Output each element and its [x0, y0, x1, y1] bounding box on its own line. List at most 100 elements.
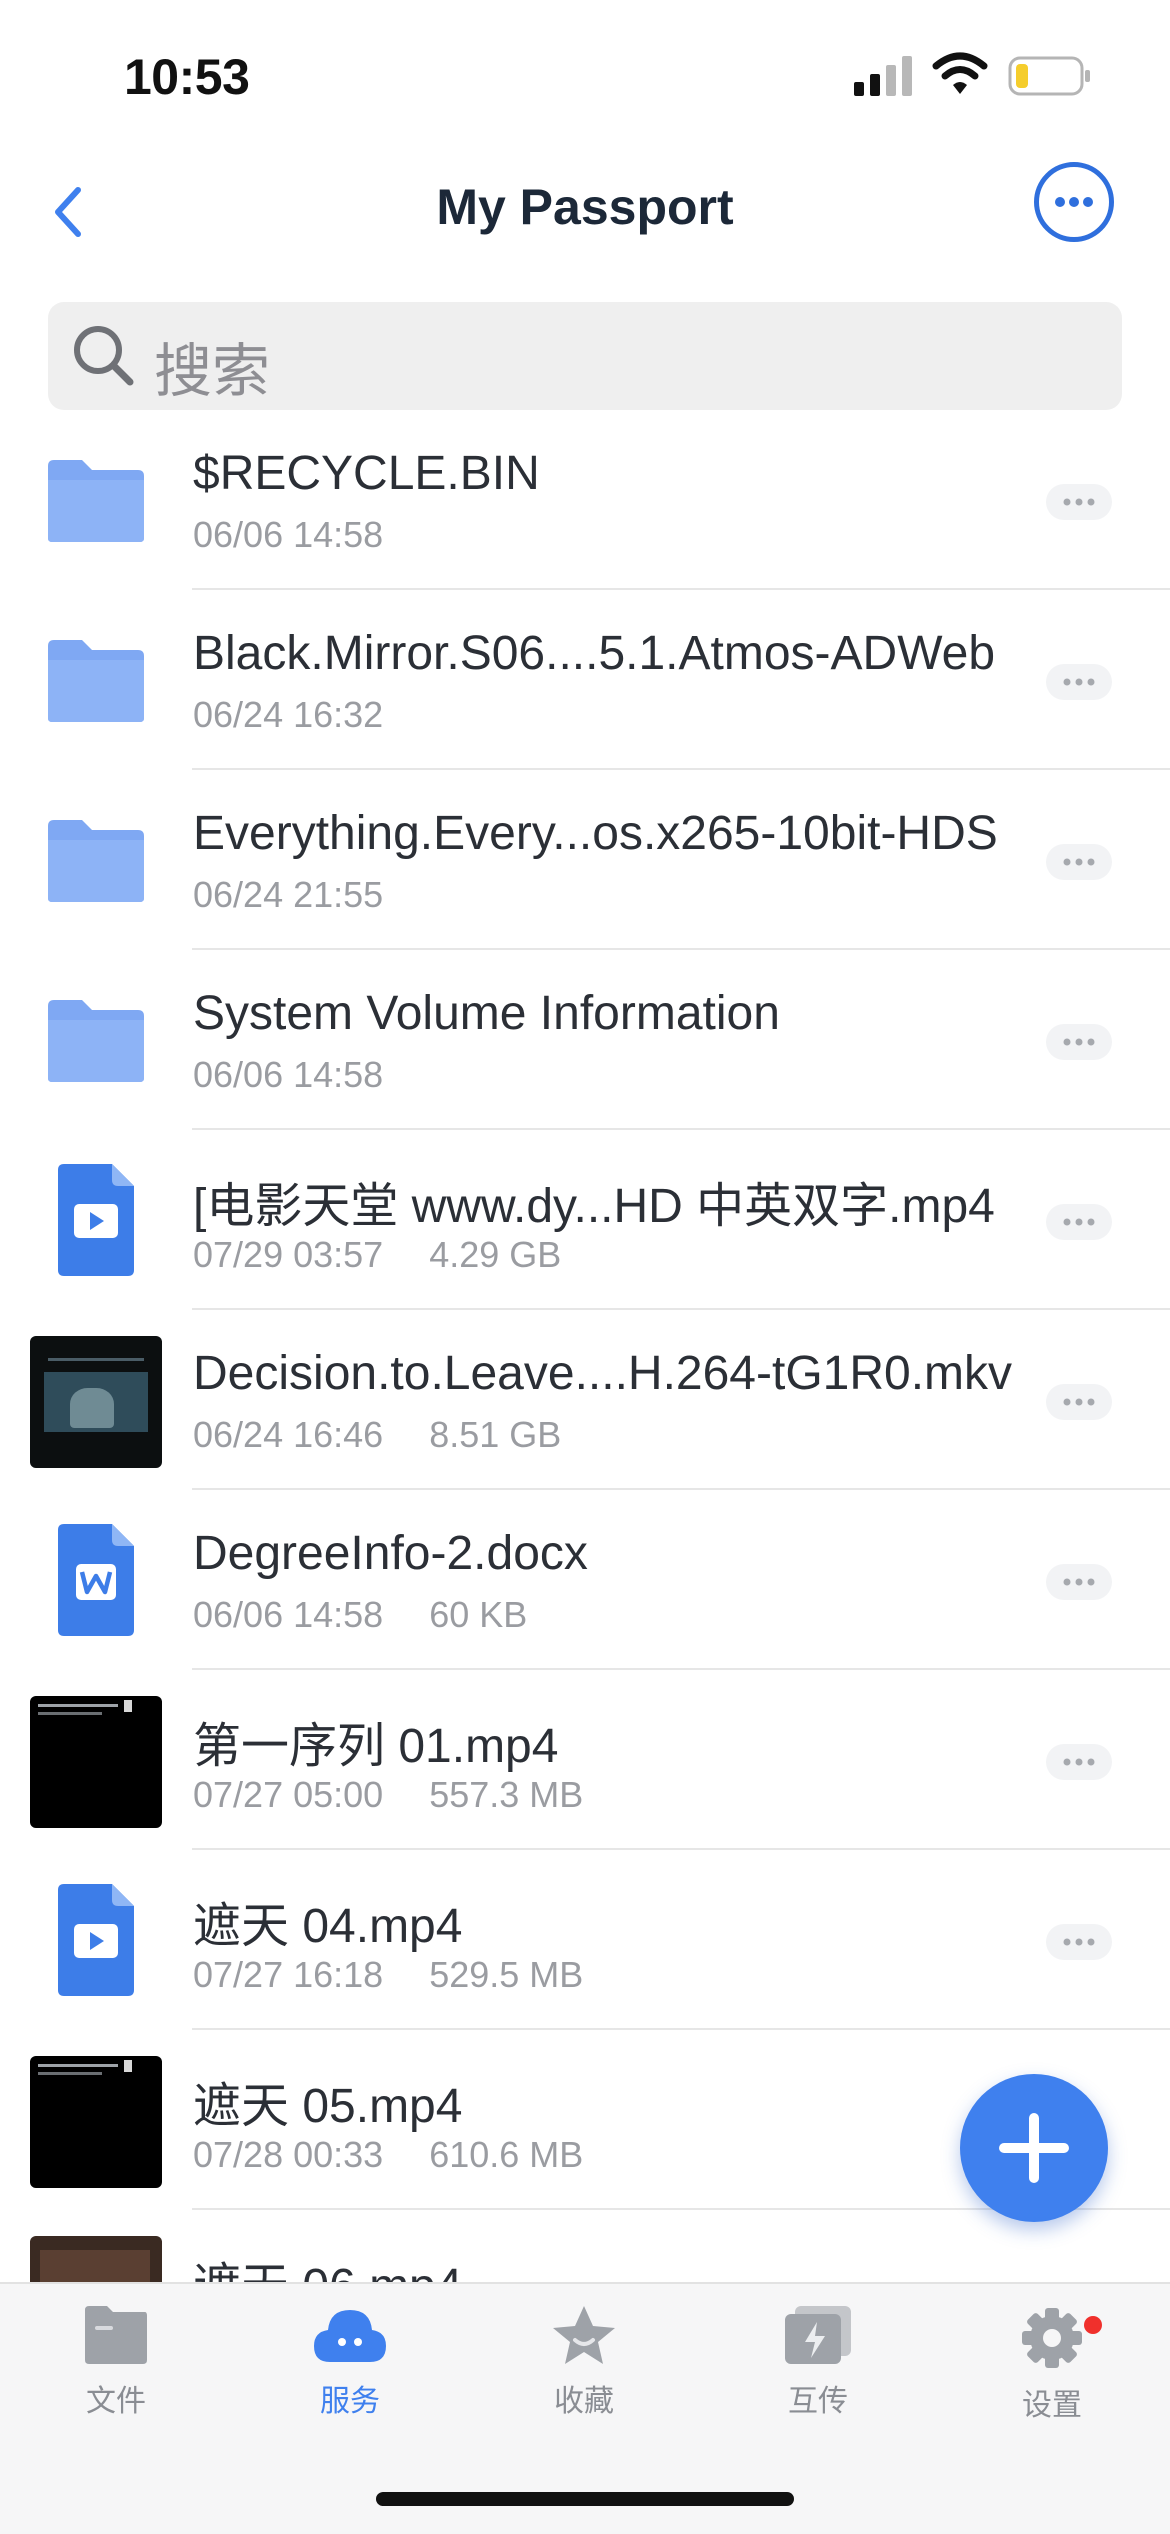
thumbnail-figure — [70, 1388, 114, 1428]
file-row[interactable]: Black.Mirror.S06....5.1.Atmos-ADWeb 06/2… — [0, 590, 1170, 770]
search-bar[interactable]: 搜索 — [48, 302, 1122, 410]
row-more-button[interactable] — [1046, 1024, 1112, 1060]
file-date: 07/28 00:33 — [193, 2134, 384, 2175]
file-date: 07/29 03:57 — [193, 1234, 384, 1275]
file-date: 07/27 05:00 — [193, 1774, 384, 1815]
more-dots-icon — [1055, 197, 1093, 207]
file-size: 529.5 MB — [429, 1954, 584, 1995]
file-row[interactable]: Everything.Every...os.x265-10bit-HDS 06/… — [0, 770, 1170, 950]
folder-icon — [48, 1000, 144, 1082]
file-row[interactable]: [电影天堂 www.dy...HD 中英双字.mp4 07/29 03:57 4.… — [0, 1130, 1170, 1310]
file-name: 遮天 05.mp4 — [193, 2080, 463, 2133]
search-icon — [74, 326, 134, 386]
row-more-button[interactable] — [1046, 484, 1112, 520]
file-meta: 07/27 05:00 557.3 MB — [193, 1774, 583, 1816]
ellipsis-icon — [1063, 678, 1095, 686]
file-meta: 06/06 14:58 — [193, 1054, 383, 1096]
file-date: 06/24 16:46 — [193, 1414, 384, 1455]
file-size: 60 KB — [429, 1594, 528, 1635]
file-name: Black.Mirror.S06....5.1.Atmos-ADWeb — [193, 627, 996, 680]
thumbnail-line — [38, 1712, 102, 1715]
row-more-button[interactable] — [1046, 844, 1112, 880]
file-size: 8.51 GB — [429, 1414, 562, 1455]
file-date: 06/24 16:32 — [193, 694, 384, 735]
plus-icon — [999, 2113, 1069, 2183]
row-more-button[interactable] — [1046, 664, 1112, 700]
folder-icon — [48, 820, 144, 902]
tab-label: 服务 — [320, 2385, 380, 2418]
row-more-button[interactable] — [1046, 1924, 1112, 1960]
star-icon — [553, 2306, 615, 2364]
thumbnail-mark — [124, 2060, 132, 2072]
file-row[interactable]: System Volume Information 06/06 14:58 — [0, 950, 1170, 1130]
word-document-icon — [58, 1524, 134, 1636]
file-name: 第一序列 01.mp4 — [193, 1720, 559, 1773]
search-placeholder: 搜索 — [154, 339, 271, 404]
add-button[interactable] — [960, 2074, 1108, 2222]
file-row[interactable]: DegreeInfo-2.docx 06/06 14:58 60 KB — [0, 1490, 1170, 1670]
file-date: 06/06 14:58 — [193, 1054, 384, 1095]
folder-icon — [48, 640, 144, 722]
file-name: Everything.Every...os.x265-10bit-HDS — [193, 807, 998, 860]
tab-services[interactable]: 服务 — [260, 2304, 440, 2454]
file-name: Decision.to.Leave....H.264-tG1R0.mkv — [193, 1347, 1013, 1400]
video-thumbnail — [30, 1336, 162, 1468]
wifi-icon — [932, 52, 988, 94]
ellipsis-icon — [1063, 1398, 1095, 1406]
thumbnail-mark — [124, 1700, 132, 1712]
row-more-button[interactable] — [1046, 1384, 1112, 1420]
ellipsis-icon — [1063, 1038, 1095, 1046]
ellipsis-icon — [1063, 1578, 1095, 1586]
row-more-button[interactable] — [1046, 1564, 1112, 1600]
thumbnail-line — [38, 1704, 118, 1707]
file-date: 06/06 14:58 — [193, 1594, 384, 1635]
status-bar: 10:53 — [0, 0, 1170, 150]
tab-settings[interactable]: 设置 — [962, 2304, 1142, 2454]
file-name: System Volume Information — [193, 987, 780, 1040]
battery-icon — [1008, 56, 1090, 96]
thumbnail-line — [48, 1358, 144, 1361]
thumbnail-line — [38, 2064, 118, 2067]
row-more-button[interactable] — [1046, 1204, 1112, 1240]
home-indicator — [376, 2492, 794, 2506]
file-meta: 06/24 21:55 — [193, 874, 383, 916]
file-row[interactable]: 第一序列 01.mp4 07/27 05:00 557.3 MB — [0, 1670, 1170, 1850]
file-name: 遮天 04.mp4 — [193, 1900, 463, 1953]
file-meta: 06/24 16:46 8.51 GB — [193, 1414, 561, 1456]
video-thumbnail — [30, 2056, 162, 2188]
file-meta: 06/06 14:58 60 KB — [193, 1594, 527, 1636]
status-time: 10:53 — [124, 49, 250, 105]
file-size: 557.3 MB — [429, 1774, 584, 1815]
cloud-icon — [314, 2310, 386, 2362]
tab-label: 互传 — [788, 2385, 848, 2418]
row-more-button[interactable] — [1046, 1744, 1112, 1780]
file-size: 4.29 GB — [429, 1234, 562, 1275]
file-meta: 07/29 03:57 4.29 GB — [193, 1234, 561, 1276]
file-date: 06/06 14:58 — [193, 514, 384, 555]
tab-transfer[interactable]: 互传 — [728, 2304, 908, 2454]
file-meta: 06/24 16:32 — [193, 694, 383, 736]
transfer-icon — [785, 2306, 851, 2364]
tab-label: 收藏 — [554, 2385, 614, 2418]
file-name: DegreeInfo-2.docx — [193, 1527, 588, 1580]
file-date: 06/24 21:55 — [193, 874, 384, 915]
file-row[interactable]: 遮天 04.mp4 07/27 16:18 529.5 MB — [0, 1850, 1170, 2030]
ellipsis-icon — [1063, 858, 1095, 866]
video-file-icon — [58, 1164, 134, 1276]
video-thumbnail — [30, 1696, 162, 1828]
tab-files[interactable]: 文件 — [26, 2304, 206, 2454]
file-name: [电影天堂 www.dy...HD 中英双字.mp4 — [193, 1180, 995, 1233]
folder-icon — [48, 460, 144, 542]
file-name: $RECYCLE.BIN — [193, 447, 540, 500]
video-file-icon — [58, 1884, 134, 1996]
gear-icon — [1022, 2308, 1082, 2368]
file-row[interactable]: $RECYCLE.BIN 06/06 14:58 — [0, 410, 1170, 590]
tab-favorites[interactable]: 收藏 — [494, 2304, 674, 2454]
tab-label: 设置 — [1022, 2389, 1082, 2422]
navigation-bar: My Passport — [0, 150, 1170, 270]
tab-bar: 文件 服务 收藏 互传 设置 — [0, 2282, 1170, 2534]
file-row[interactable]: Decision.to.Leave....H.264-tG1R0.mkv 06/… — [0, 1310, 1170, 1490]
file-meta: 07/27 16:18 529.5 MB — [193, 1954, 583, 1996]
more-options-button[interactable] — [1034, 162, 1114, 242]
file-size: 610.6 MB — [429, 2134, 584, 2175]
